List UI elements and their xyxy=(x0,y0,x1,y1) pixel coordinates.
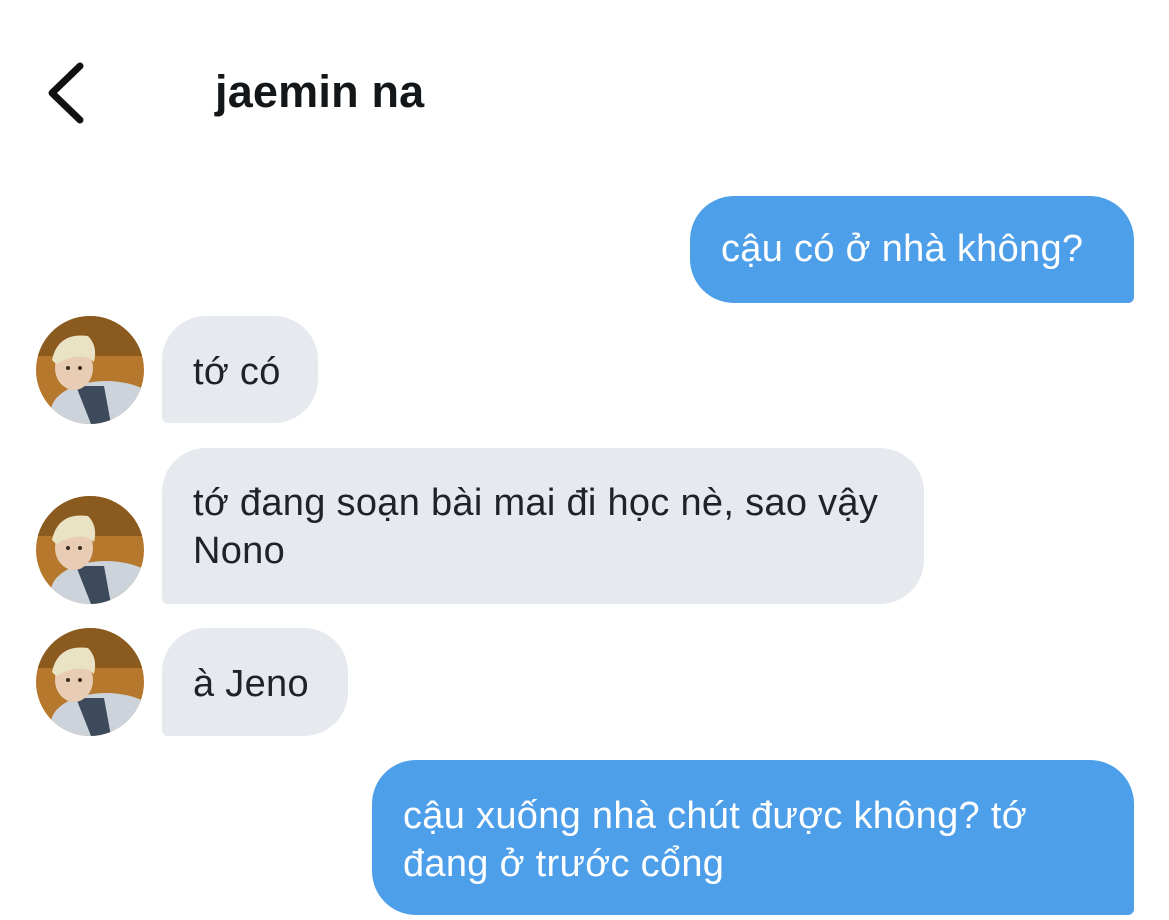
outgoing-message[interactable]: cậu xuống nhà chút được không? tớ đang ở… xyxy=(372,760,1134,915)
contact-name: jaemin na xyxy=(215,66,425,117)
avatar[interactable] xyxy=(36,496,144,604)
incoming-message[interactable]: à Jeno xyxy=(162,628,348,736)
incoming-message[interactable]: tớ có xyxy=(162,316,318,423)
avatar-photo xyxy=(36,316,144,424)
chat-header: jaemin na xyxy=(0,0,1169,150)
outgoing-message[interactable]: cậu có ở nhà không? xyxy=(690,196,1134,303)
incoming-message[interactable]: tớ đang soạn bài mai đi học nè, sao vậy … xyxy=(162,448,924,604)
avatar-photo xyxy=(36,496,144,604)
avatar[interactable] xyxy=(36,628,144,736)
back-button[interactable] xyxy=(40,58,100,128)
avatar[interactable] xyxy=(36,316,144,424)
avatar-photo xyxy=(36,628,144,736)
chevron-left-icon xyxy=(48,62,84,124)
